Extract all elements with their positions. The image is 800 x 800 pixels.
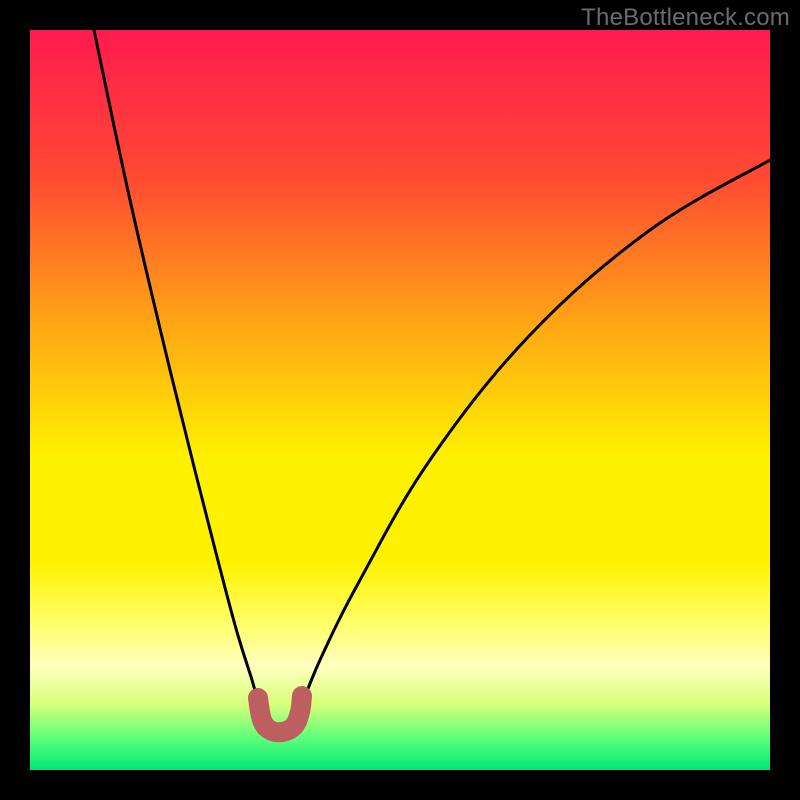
- watermark-text: TheBottleneck.com: [581, 4, 790, 32]
- gradient-background: [30, 30, 770, 770]
- chart-frame: [30, 30, 770, 770]
- bottleneck-chart: [30, 30, 770, 770]
